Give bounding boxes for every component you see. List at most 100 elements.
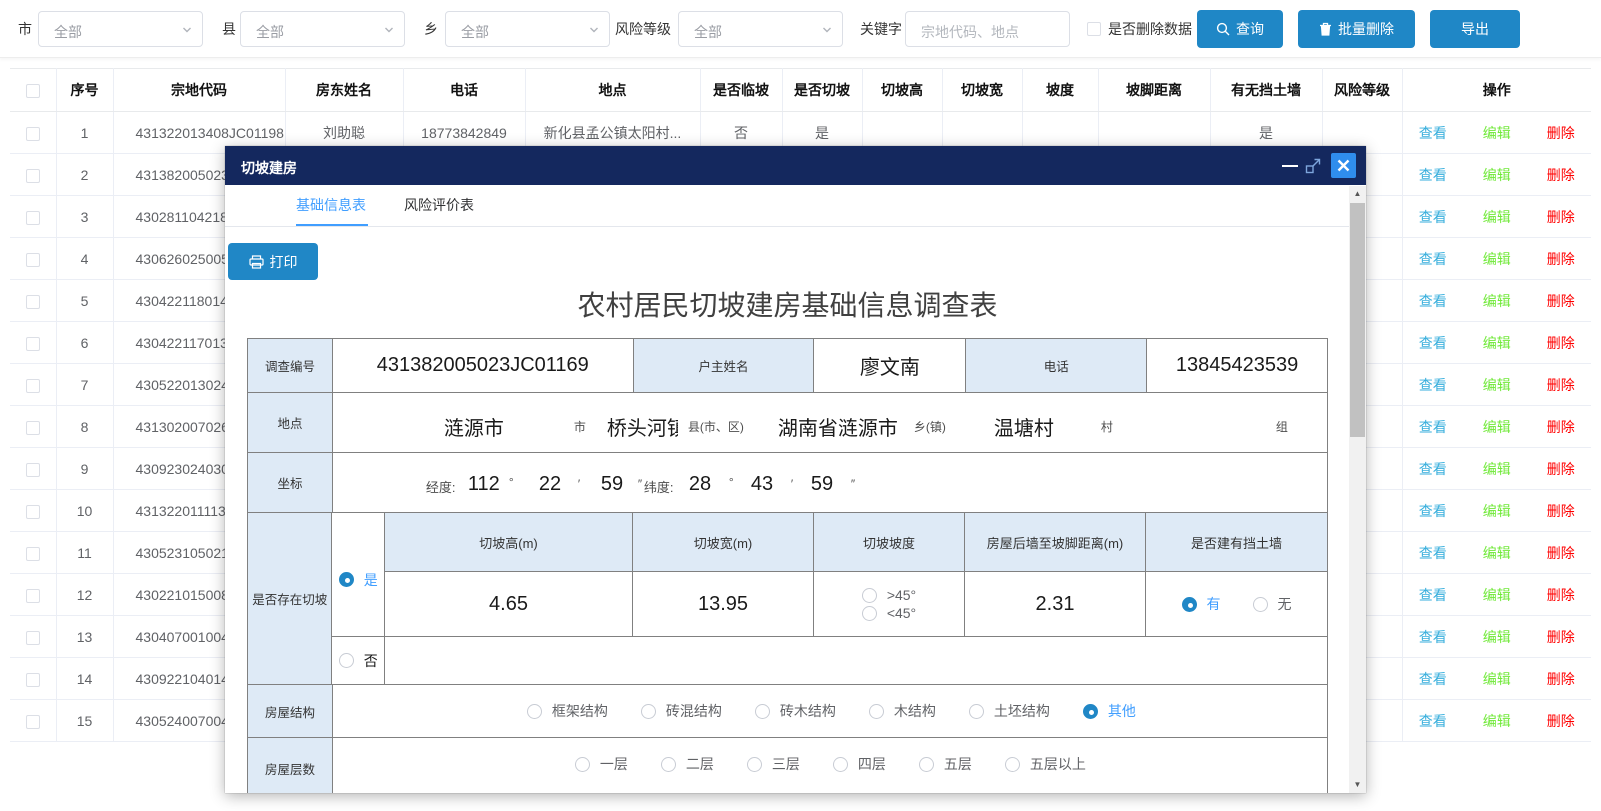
- delete-link[interactable]: 删除: [1547, 375, 1575, 395]
- maximize-icon[interactable]: [1305, 157, 1322, 174]
- delete-link[interactable]: 删除: [1547, 249, 1575, 269]
- scroll-thumb[interactable]: [1350, 203, 1365, 437]
- edit-link[interactable]: 编辑: [1483, 543, 1511, 563]
- row-checkbox[interactable]: [26, 715, 40, 729]
- view-link[interactable]: 查看: [1419, 501, 1447, 521]
- tab-risk-eval[interactable]: 风险评价表: [404, 185, 474, 226]
- view-link[interactable]: 查看: [1419, 543, 1447, 563]
- structure-radio[interactable]: 框架结构: [527, 701, 608, 721]
- row-checkbox[interactable]: [26, 211, 40, 225]
- delete-link[interactable]: 删除: [1547, 291, 1575, 311]
- edit-link[interactable]: 编辑: [1483, 627, 1511, 647]
- edit-link[interactable]: 编辑: [1483, 711, 1511, 731]
- floor-radio[interactable]: 五层以上: [1005, 754, 1086, 774]
- view-link[interactable]: 查看: [1419, 585, 1447, 605]
- floor-radio[interactable]: 一层: [575, 754, 628, 774]
- structure-radio[interactable]: 木结构: [869, 701, 936, 721]
- view-link[interactable]: 查看: [1419, 123, 1447, 143]
- export-button[interactable]: 导出: [1430, 10, 1520, 48]
- edit-link[interactable]: 编辑: [1483, 291, 1511, 311]
- edit-link[interactable]: 编辑: [1483, 165, 1511, 185]
- edit-link[interactable]: 编辑: [1483, 501, 1511, 521]
- row-checkbox[interactable]: [26, 589, 40, 603]
- view-link[interactable]: 查看: [1419, 669, 1447, 689]
- tab-basic-info[interactable]: 基础信息表: [296, 185, 366, 226]
- view-link[interactable]: 查看: [1419, 459, 1447, 479]
- delete-link[interactable]: 删除: [1547, 585, 1575, 605]
- wall-yes-radio[interactable]: 有: [1182, 594, 1221, 614]
- slope-lt45-radio[interactable]: <45°: [862, 605, 916, 621]
- scroll-down-icon[interactable]: ▼: [1349, 777, 1366, 793]
- keyword-input[interactable]: 宗地代码、地点: [905, 11, 1070, 47]
- scroll-up-icon[interactable]: ▲: [1349, 186, 1366, 202]
- delete-link[interactable]: 删除: [1547, 501, 1575, 521]
- town-select[interactable]: 全部: [445, 11, 610, 47]
- row-checkbox[interactable]: [26, 127, 40, 141]
- view-link[interactable]: 查看: [1419, 375, 1447, 395]
- show-deleted-checkbox[interactable]: [1087, 22, 1101, 36]
- row-checkbox[interactable]: [26, 379, 40, 393]
- delete-link[interactable]: 删除: [1547, 459, 1575, 479]
- city-select[interactable]: 全部: [38, 11, 203, 47]
- view-link[interactable]: 查看: [1419, 249, 1447, 269]
- view-link[interactable]: 查看: [1419, 627, 1447, 647]
- county-select[interactable]: 全部: [240, 11, 405, 47]
- floor-radio[interactable]: 三层: [747, 754, 800, 774]
- view-link[interactable]: 查看: [1419, 291, 1447, 311]
- wall-no-radio[interactable]: 无: [1253, 594, 1292, 614]
- view-link[interactable]: 查看: [1419, 711, 1447, 731]
- row-checkbox[interactable]: [26, 463, 40, 477]
- print-button[interactable]: 打印: [228, 243, 318, 280]
- batch-delete-button[interactable]: 批量删除: [1298, 10, 1415, 48]
- delete-link[interactable]: 删除: [1547, 165, 1575, 185]
- row-checkbox[interactable]: [26, 673, 40, 687]
- delete-link[interactable]: 删除: [1547, 207, 1575, 227]
- risk-level-select[interactable]: 全部: [678, 11, 843, 47]
- query-button[interactable]: 查询: [1197, 10, 1283, 48]
- structure-radio[interactable]: 砖木结构: [755, 701, 836, 721]
- floor-radio[interactable]: 四层: [833, 754, 886, 774]
- cut-exist-yes-radio[interactable]: 是: [339, 570, 378, 590]
- delete-link[interactable]: 删除: [1547, 627, 1575, 647]
- delete-link[interactable]: 删除: [1547, 333, 1575, 353]
- phone-value: 13845423539: [1147, 339, 1328, 393]
- minimize-icon[interactable]: [1282, 165, 1298, 167]
- delete-link[interactable]: 删除: [1547, 711, 1575, 731]
- view-link[interactable]: 查看: [1419, 165, 1447, 185]
- edit-link[interactable]: 编辑: [1483, 375, 1511, 395]
- edit-link[interactable]: 编辑: [1483, 333, 1511, 353]
- modal-scrollbar[interactable]: ▲ ▼: [1349, 186, 1366, 793]
- row-checkbox[interactable]: [26, 505, 40, 519]
- floor-radio[interactable]: 五层: [919, 754, 972, 774]
- row-checkbox[interactable]: [26, 169, 40, 183]
- delete-link[interactable]: 删除: [1547, 417, 1575, 437]
- select-all-checkbox[interactable]: [26, 84, 40, 98]
- row-checkbox[interactable]: [26, 253, 40, 267]
- structure-radio[interactable]: 砖混结构: [641, 701, 722, 721]
- slope-gt45-radio[interactable]: >45°: [862, 587, 916, 603]
- edit-link[interactable]: 编辑: [1483, 669, 1511, 689]
- delete-link[interactable]: 删除: [1547, 543, 1575, 563]
- row-checkbox[interactable]: [26, 547, 40, 561]
- cut-header-1: 切坡宽(m): [633, 513, 814, 572]
- edit-link[interactable]: 编辑: [1483, 459, 1511, 479]
- row-checkbox[interactable]: [26, 421, 40, 435]
- view-link[interactable]: 查看: [1419, 417, 1447, 437]
- delete-link[interactable]: 删除: [1547, 123, 1575, 143]
- edit-link[interactable]: 编辑: [1483, 207, 1511, 227]
- structure-radio[interactable]: 土坯结构: [969, 701, 1050, 721]
- row-checkbox[interactable]: [26, 295, 40, 309]
- edit-link[interactable]: 编辑: [1483, 123, 1511, 143]
- cut-exist-no-radio[interactable]: 否: [339, 651, 378, 671]
- structure-radio[interactable]: 其他: [1083, 701, 1136, 721]
- floor-radio[interactable]: 二层: [661, 754, 714, 774]
- edit-link[interactable]: 编辑: [1483, 585, 1511, 605]
- edit-link[interactable]: 编辑: [1483, 417, 1511, 437]
- row-checkbox[interactable]: [26, 631, 40, 645]
- delete-link[interactable]: 删除: [1547, 669, 1575, 689]
- view-link[interactable]: 查看: [1419, 333, 1447, 353]
- close-icon[interactable]: [1331, 153, 1356, 178]
- row-checkbox[interactable]: [26, 337, 40, 351]
- edit-link[interactable]: 编辑: [1483, 249, 1511, 269]
- view-link[interactable]: 查看: [1419, 207, 1447, 227]
